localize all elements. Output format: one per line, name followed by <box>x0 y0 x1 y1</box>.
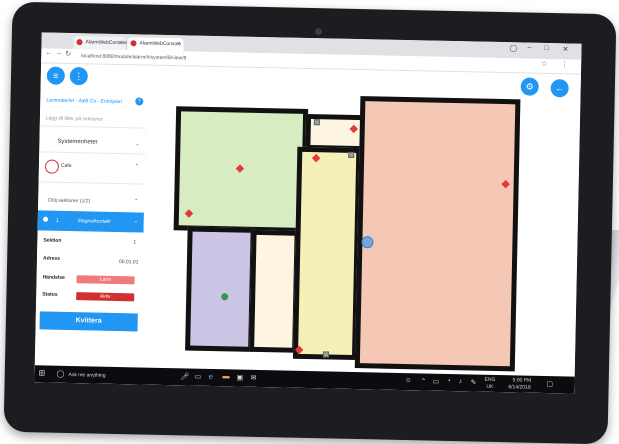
acknowledge-button[interactable]: Kvittera <box>39 311 138 332</box>
system-units-label[interactable]: Systemenheter <box>57 139 97 146</box>
status-badge: Aktiv <box>76 292 135 302</box>
microphone-icon[interactable]: 🎤︎ <box>180 372 189 380</box>
pen-icon[interactable]: ✎ <box>470 378 476 386</box>
mail-icon[interactable]: ✉ <box>250 374 256 382</box>
section-name: Magnetkontakt <box>77 218 111 225</box>
event-label: Händelse <box>42 274 65 281</box>
hidden-sections-label[interactable]: Dölj sektioner (1/2) <box>48 198 90 205</box>
taskbar-search-input[interactable]: Ask me anything <box>68 372 105 379</box>
chevron-down-icon[interactable]: ⌄ <box>135 141 139 147</box>
section-number: 1 <box>55 217 59 224</box>
address-value: 00.01.01 <box>118 259 139 266</box>
tablet-screen: AlarmWebConsole × AlarmWebConsole × ◯ – … <box>34 32 582 394</box>
network-icon[interactable]: ◔ <box>446 378 450 385</box>
forward-icon[interactable]: → <box>55 50 62 57</box>
location-pin-icon: ⬤ <box>42 216 49 223</box>
close-icon[interactable]: × <box>119 37 123 50</box>
section-value: 1 <box>133 239 137 246</box>
windows-start-icon[interactable]: ⊞ <box>38 368 45 377</box>
section-filter-input[interactable]: Lägg till filter på sektioner <box>46 115 103 122</box>
chevron-up-icon[interactable]: ⌃ <box>134 198 138 204</box>
close-window-icon[interactable]: ✕ <box>562 45 568 53</box>
notifications-icon[interactable]: ▢ <box>546 380 553 388</box>
people-icon[interactable]: ☺ <box>404 377 411 384</box>
chevron-up-icon[interactable]: ⌃ <box>135 163 139 169</box>
clock-time[interactable]: 5:00 PM <box>512 377 531 383</box>
device-square[interactable] <box>313 119 320 126</box>
minimize-icon[interactable]: – <box>527 45 531 52</box>
gear-icon[interactable]: ⚙ <box>520 77 539 96</box>
status-label: Status <box>42 291 58 298</box>
address-label: Adress <box>42 255 61 262</box>
room-purple[interactable] <box>185 226 256 352</box>
ok-sensor-marker[interactable] <box>221 293 229 301</box>
volume-icon[interactable]: ♪ <box>458 378 462 385</box>
store-icon[interactable]: ▣ <box>236 374 243 382</box>
close-icon[interactable]: × <box>177 38 181 51</box>
language-label[interactable]: ENG <box>484 377 495 383</box>
divider <box>39 125 146 129</box>
section-label: Sektion <box>43 237 62 244</box>
tab-title: AlarmWebConsole <box>139 40 182 48</box>
room-cream[interactable] <box>249 229 300 353</box>
back-icon[interactable]: ← <box>45 49 52 56</box>
device-square[interactable] <box>348 151 355 158</box>
floor-plan: ⚙ ← <box>140 65 581 394</box>
info-icon[interactable]: ? <box>135 97 144 106</box>
lock-icon <box>44 159 60 174</box>
chevron-up-icon[interactable]: ⌃ <box>420 377 426 385</box>
arrow-left-icon[interactable]: ← <box>550 79 569 98</box>
browser-menu-icon[interactable]: ⋮ <box>561 60 568 68</box>
divider <box>38 181 145 185</box>
battery-icon[interactable]: ▭ <box>432 378 439 386</box>
room-salmon[interactable] <box>354 96 521 372</box>
browser-tab[interactable]: AlarmWebConsole × <box>73 36 127 51</box>
room-yellow[interactable] <box>292 146 362 361</box>
more-vert-icon[interactable]: ⋮ <box>69 66 89 86</box>
task-view-icon[interactable]: ▭ <box>194 373 201 381</box>
browser-tab-active[interactable]: AlarmWebConsole × <box>127 37 184 52</box>
chevron-down-icon: ⌄ <box>133 218 139 225</box>
file-explorer-icon[interactable]: ▬ <box>222 373 229 380</box>
section-item-selected[interactable]: ⬤ 1 Magnetkontakt ⌄ <box>37 210 144 233</box>
edge-icon[interactable]: e <box>208 372 213 381</box>
sidebar: ≡ ⋮ Lantmäteriet - A&B Co - Entréplan ? … <box>34 63 149 385</box>
divider <box>39 151 146 155</box>
app-favicon-icon <box>130 40 137 47</box>
clock-date[interactable]: 6/14/2018 <box>508 384 530 390</box>
bookmark-star-icon[interactable]: ☆ <box>541 60 547 68</box>
user-icon[interactable]: ◯ <box>509 44 517 52</box>
menu-icon[interactable]: ≡ <box>46 66 66 85</box>
floorplan-title[interactable]: Lantmäteriet - A&B Co - Entréplan <box>46 97 136 105</box>
app-favicon-icon <box>76 39 83 46</box>
cortana-icon[interactable]: ◯ <box>56 370 64 378</box>
unit-name[interactable]: Cafe <box>61 163 72 169</box>
event-badge: Larm <box>76 275 135 285</box>
region-label[interactable]: UK <box>486 384 493 390</box>
maximize-icon[interactable]: □ <box>544 45 548 52</box>
reload-icon[interactable]: ↻ <box>65 50 71 58</box>
device-square[interactable] <box>322 351 330 358</box>
camera <box>314 28 323 36</box>
